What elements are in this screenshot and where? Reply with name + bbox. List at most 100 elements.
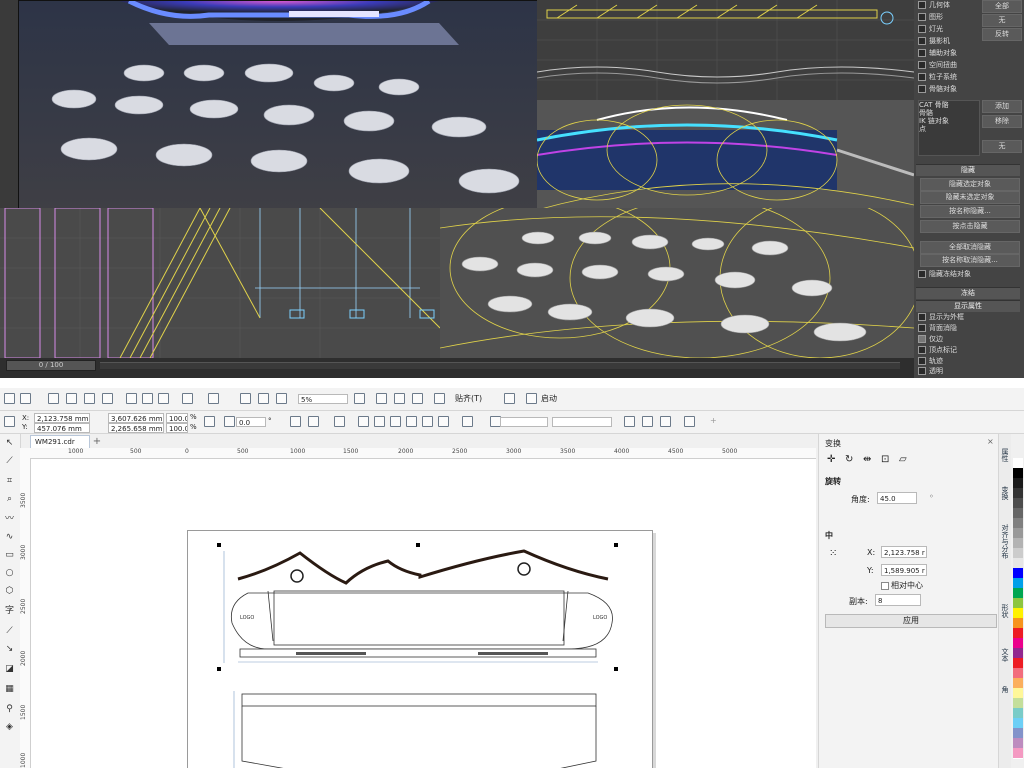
checkbox[interactable]	[881, 581, 889, 590]
add-icon[interactable]: +	[710, 415, 717, 427]
full-screen-icon[interactable]	[354, 393, 365, 404]
new-document-icon[interactable]	[4, 393, 15, 404]
tab-align-distribute[interactable]: 对齐与分布	[1000, 524, 1010, 559]
none-button[interactable]: 无	[982, 14, 1022, 27]
display-props-header[interactable]: 显示属性	[916, 300, 1020, 312]
create-boundary-icon[interactable]	[462, 416, 473, 427]
none-button-2[interactable]: 无	[982, 140, 1022, 153]
rotation-angle-field[interactable]: 0.0	[236, 417, 266, 427]
checkbox[interactable]	[918, 270, 926, 278]
print-icon[interactable]	[102, 393, 113, 404]
category-spacewarps[interactable]: 空间扭曲	[918, 60, 957, 71]
apply-button[interactable]: 应用	[825, 614, 997, 628]
pick-tool-icon[interactable]: ↖	[4, 438, 15, 449]
checkbox[interactable]	[918, 357, 926, 365]
show-guides-icon[interactable]	[412, 393, 423, 404]
checkbox[interactable]	[918, 61, 926, 69]
angle-field[interactable]: 45.0	[877, 492, 917, 504]
top-viewport[interactable]	[537, 0, 914, 100]
checkbox-checked[interactable]	[918, 335, 926, 343]
checkbox[interactable]	[918, 85, 926, 93]
relative-center-checkbox[interactable]: 相对中心	[881, 580, 923, 591]
render-viewport[interactable]	[18, 0, 538, 210]
export-icon[interactable]	[258, 393, 269, 404]
crop-tool-icon[interactable]: ⌗	[4, 476, 15, 487]
unhide-by-name-button[interactable]: 按名称取消隐藏...	[920, 254, 1020, 267]
copies-field[interactable]: 8	[875, 594, 921, 606]
frame-slider[interactable]: 0 / 100	[6, 360, 96, 371]
launch-icon[interactable]	[526, 393, 537, 404]
no-outline-icon[interactable]	[660, 416, 671, 427]
hide-unselected-button[interactable]: 隐藏未选定对象	[920, 191, 1020, 204]
polygon-tool-icon[interactable]: ⬡	[4, 586, 15, 597]
mirror-h-icon[interactable]	[290, 416, 301, 427]
save-icon[interactable]	[48, 393, 59, 404]
paste-icon[interactable]	[158, 393, 169, 404]
artistic-media-icon[interactable]: ∿	[4, 532, 15, 543]
edges-only[interactable]: 仅边	[918, 334, 943, 345]
category-bones[interactable]: 骨骼对象	[918, 84, 957, 95]
shape-tool-icon[interactable]: ⟋	[4, 456, 15, 467]
scale-y-field[interactable]: 100.0	[166, 423, 188, 433]
all-button[interactable]: 全部	[982, 0, 1022, 13]
undo-icon[interactable]	[182, 393, 193, 404]
text-tool-icon[interactable]: 字	[4, 606, 15, 617]
cloud-download-icon[interactable]	[84, 393, 95, 404]
category-cameras[interactable]: 摄影机	[918, 36, 950, 47]
import-icon[interactable]	[240, 393, 251, 404]
tab-shape[interactable]: 形状	[1000, 604, 1010, 618]
intersect-icon[interactable]	[390, 416, 401, 427]
interactive-fill-icon[interactable]: ◈	[4, 722, 15, 733]
y-position-field[interactable]: 457.076 mm	[34, 423, 90, 433]
tab-corner[interactable]: 角	[1000, 686, 1010, 693]
checkbox[interactable]	[918, 367, 926, 375]
document-tab[interactable]: WM291.cdr	[30, 435, 90, 448]
cat-list[interactable]: CAT 骨骼 骨骼 IK 链对象 点	[918, 100, 980, 156]
color-swatch[interactable]	[1013, 748, 1023, 759]
center-x-field[interactable]: 2,123.758 r	[881, 546, 927, 558]
checkbox[interactable]	[918, 37, 926, 45]
line-style-select[interactable]	[552, 417, 612, 427]
category-particles[interactable]: 粒子系统	[918, 72, 957, 83]
hide-selected-button[interactable]: 隐藏选定对象	[920, 178, 1020, 191]
scale-x-field[interactable]: 100.0	[166, 413, 188, 423]
invert-button[interactable]: 反转	[982, 28, 1022, 41]
rectangle-tool-icon[interactable]: ▭	[4, 550, 15, 561]
see-through[interactable]: 透明	[918, 366, 943, 377]
new-tab-icon[interactable]: +	[92, 436, 102, 447]
outline-width-select[interactable]	[500, 417, 548, 427]
category-lights[interactable]: 灯光	[918, 24, 943, 35]
tab-text[interactable]: 文本	[1000, 648, 1010, 662]
weld-icon[interactable]	[358, 416, 369, 427]
add-button[interactable]: 添加	[982, 100, 1022, 113]
front-minus-back-icon[interactable]	[422, 416, 433, 427]
hide-by-hit-button[interactable]: 按点击隐藏	[920, 220, 1020, 233]
rotate-mode-icon[interactable]: ↻	[845, 454, 853, 465]
category-helpers[interactable]: 辅助对象	[918, 48, 957, 59]
display-as-box[interactable]: 显示为外框	[918, 312, 964, 323]
backface-cull[interactable]: 背面消隐	[918, 323, 957, 334]
center-y-field[interactable]: 1,589.905 r	[881, 564, 927, 576]
checkbox[interactable]	[918, 324, 926, 332]
hide-rollout-header[interactable]: 隐藏	[916, 164, 1020, 176]
redo-icon[interactable]	[208, 393, 219, 404]
open-icon[interactable]	[20, 393, 31, 404]
wrap-text-icon[interactable]	[624, 416, 635, 427]
category-shapes[interactable]: 图形	[918, 12, 943, 23]
dimension-tool-icon[interactable]: ⟋	[4, 626, 15, 637]
docker-close-icon[interactable]: ×	[987, 437, 994, 446]
back-minus-front-icon[interactable]	[438, 416, 449, 427]
horizontal-ruler[interactable]: 1000 500 0 500 1000 1500 2000 2500 3000 …	[20, 448, 816, 459]
zoom-level-select[interactable]: 5%	[298, 394, 348, 404]
size-mode-icon[interactable]: ⊡	[881, 454, 889, 465]
simplify-icon[interactable]	[406, 416, 417, 427]
cut-icon[interactable]	[126, 393, 137, 404]
page[interactable]: LOGO LOGO	[187, 530, 653, 768]
freehand-tool-icon[interactable]: 〰	[4, 514, 15, 525]
quick-customize-icon[interactable]	[684, 416, 695, 427]
checkbox[interactable]	[918, 73, 926, 81]
vertical-ruler[interactable]: 3500 3000 2500 2000 1500 1000	[20, 458, 31, 768]
anchor-grid-icon[interactable]: ⁙	[829, 548, 837, 559]
category-geometry[interactable]: 几何体	[918, 0, 950, 11]
show-grid-icon[interactable]	[394, 393, 405, 404]
